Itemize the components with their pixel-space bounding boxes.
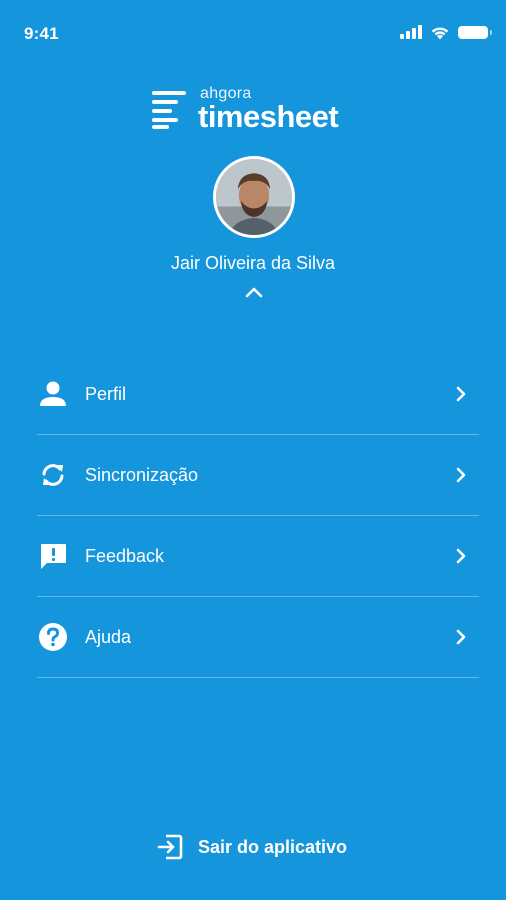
menu-item-feedback[interactable]: Feedback — [37, 516, 479, 597]
person-icon — [37, 378, 69, 410]
settings-menu: Perfil Sincronização Feedback Ajuda — [37, 354, 479, 678]
chevron-right-icon — [456, 467, 466, 483]
sync-icon — [37, 459, 69, 491]
status-bar: 9:41 — [0, 0, 506, 66]
cellular-signal-icon — [400, 25, 422, 39]
menu-item-label: Feedback — [85, 545, 165, 566]
menu-item-perfil[interactable]: Perfil — [37, 354, 479, 435]
logout-button[interactable]: Sair do aplicativo — [156, 830, 347, 864]
logo-lines-icon — [152, 91, 186, 129]
avatar-photo — [216, 159, 292, 235]
status-time: 9:41 — [24, 24, 59, 43]
feedback-icon — [37, 540, 69, 572]
app-logo: ahgora timesheet — [152, 86, 339, 134]
chevron-right-icon — [456, 548, 466, 564]
avatar[interactable] — [213, 156, 295, 238]
wifi-icon — [431, 26, 449, 39]
chevron-up-icon[interactable] — [243, 284, 265, 300]
menu-item-label: Ajuda — [85, 626, 132, 647]
menu-item-label: Perfil — [85, 383, 127, 404]
logo-brand-name: timesheet — [198, 99, 339, 134]
chevron-right-icon — [456, 629, 466, 645]
help-icon — [37, 621, 69, 653]
battery-icon — [458, 25, 492, 39]
menu-item-label: Sincronização — [85, 464, 199, 485]
chevron-right-icon — [456, 386, 466, 402]
menu-item-sincronizacao[interactable]: Sincronização — [37, 435, 479, 516]
status-icons — [400, 22, 492, 42]
menu-item-ajuda[interactable]: Ajuda — [37, 597, 479, 678]
exit-icon — [157, 834, 183, 860]
logout-label: Sair do aplicativo — [198, 836, 348, 857]
user-name: Jair Oliveira da Silva — [170, 253, 336, 273]
